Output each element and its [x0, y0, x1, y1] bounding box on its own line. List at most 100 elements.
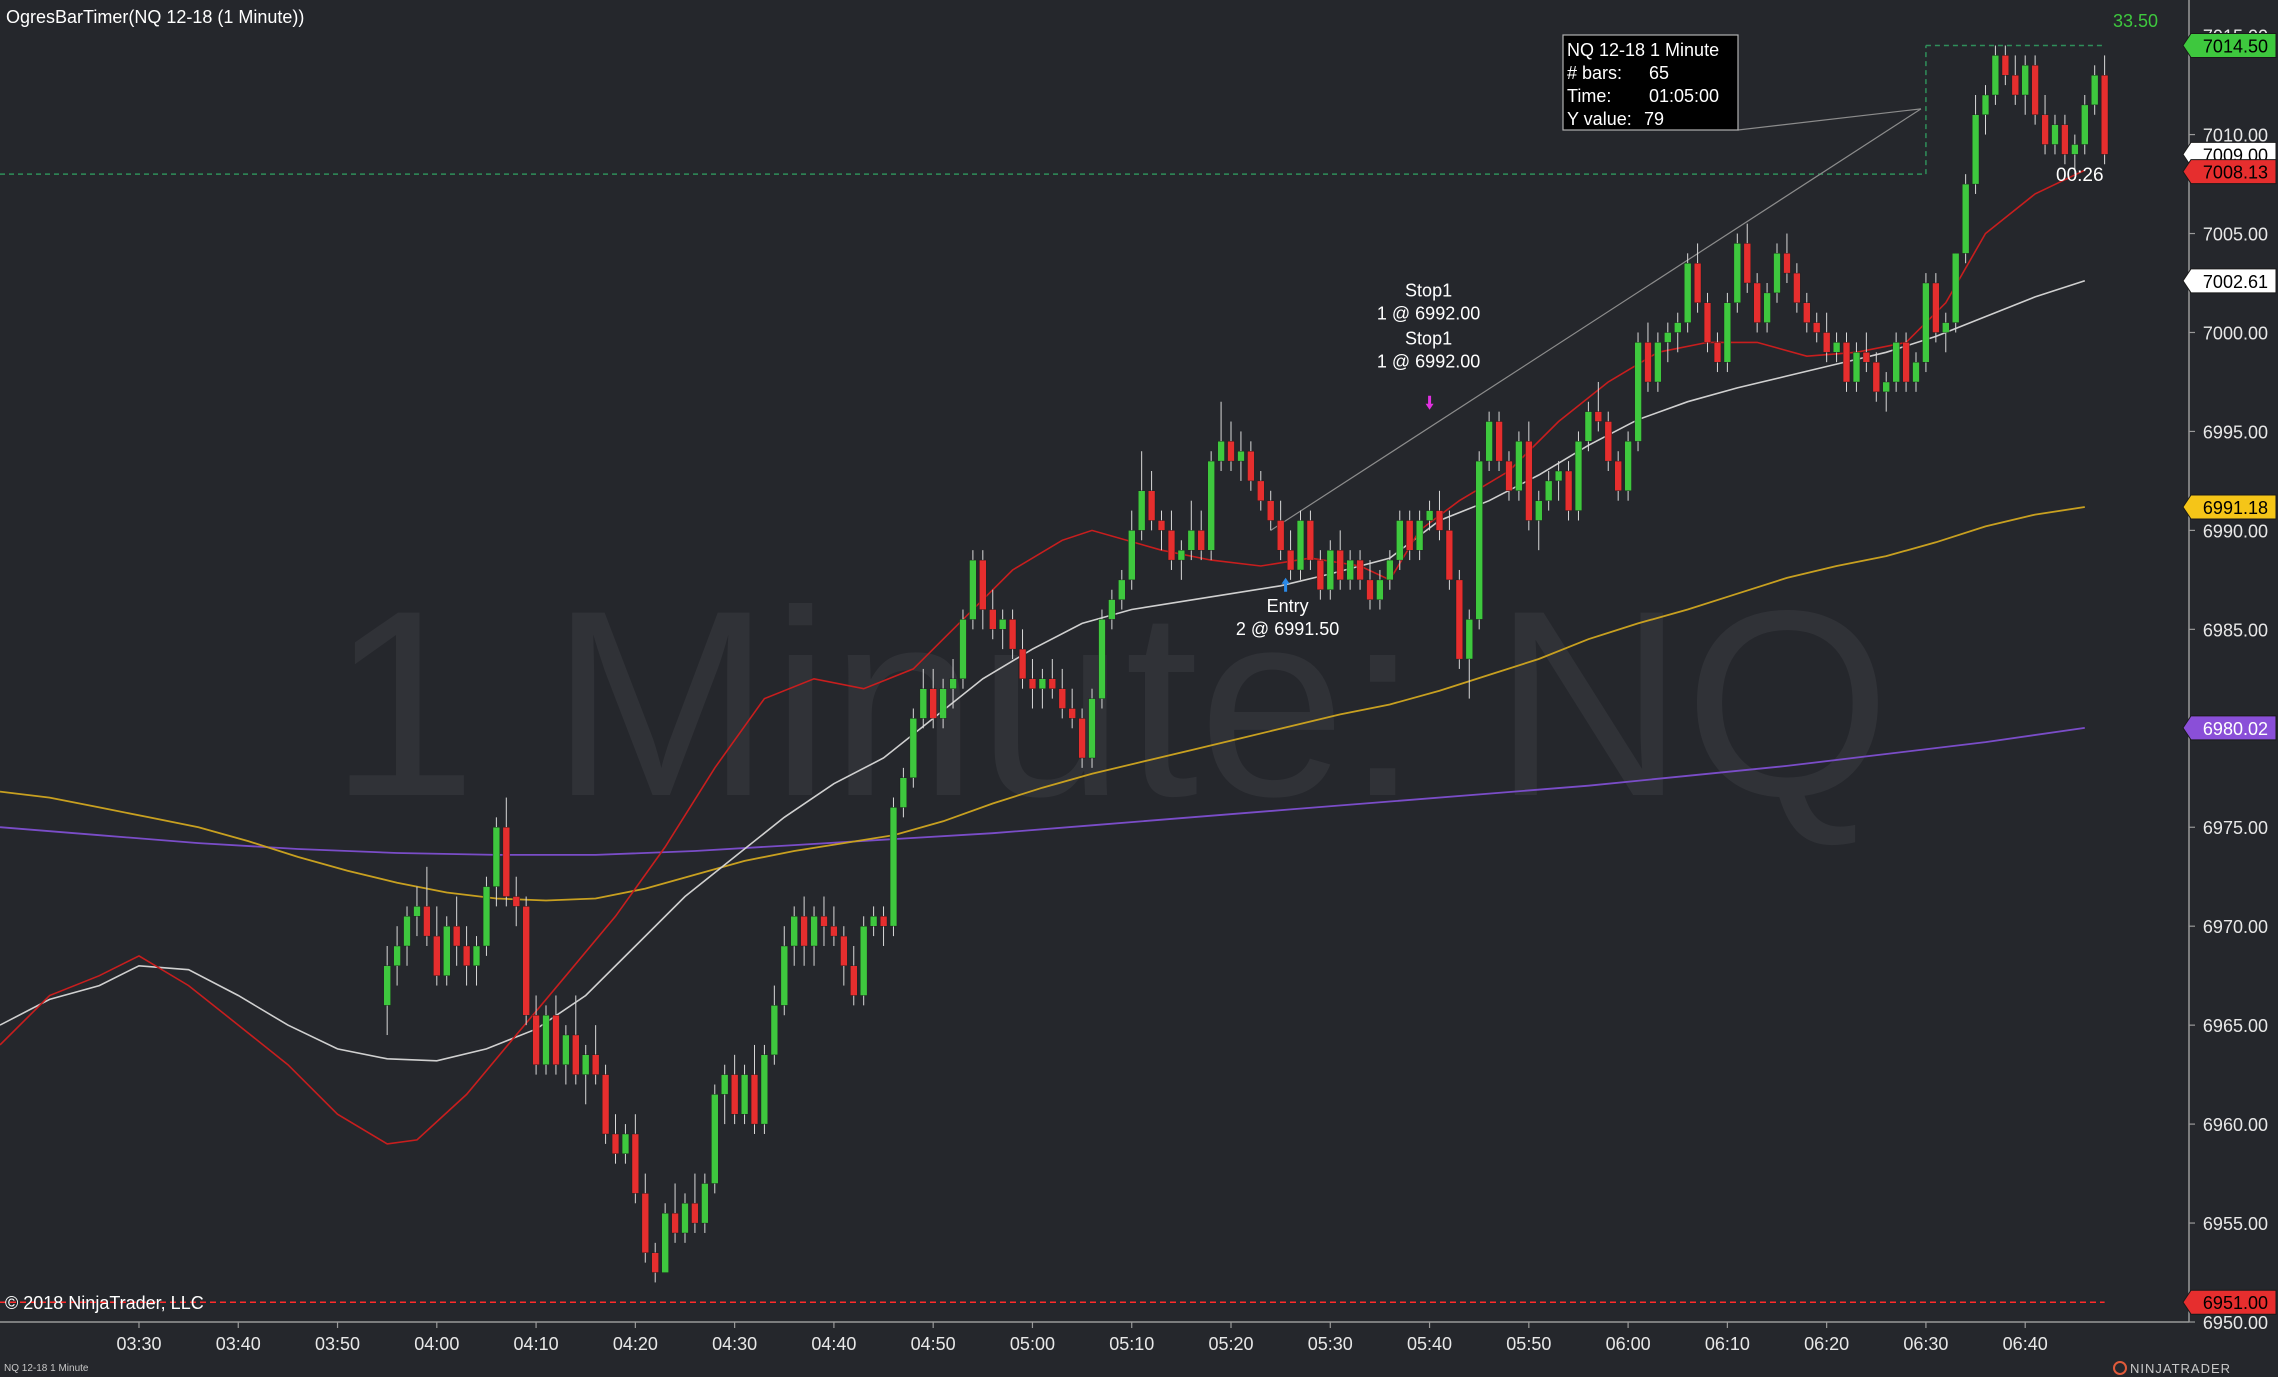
price-marker: 7014.50 [2182, 33, 2277, 59]
x-tick-label: 04:30 [712, 1334, 757, 1354]
stop-detail: 1 @ 6992.00 [1377, 304, 1480, 324]
candle-body [1038, 678, 1047, 689]
candle-body [1862, 352, 1871, 363]
candle-body [1912, 362, 1920, 383]
candle-body [1177, 550, 1186, 561]
candle [711, 1084, 719, 1194]
candle-body [1654, 342, 1662, 383]
y-tick-label: 7000.00 [2203, 323, 2268, 343]
candle-body [1415, 520, 1424, 551]
candle-body [1803, 302, 1811, 323]
x-tick-label: 04:00 [414, 1334, 459, 1354]
x-tick-label: 04:20 [613, 1334, 658, 1354]
candle-body [1813, 322, 1821, 333]
candle-body [1157, 520, 1166, 531]
candle-body [2061, 124, 2069, 155]
price-marker: 7008.13 [2182, 159, 2277, 185]
candle-body [472, 945, 481, 966]
price-marker-label: 7008.13 [2203, 163, 2268, 183]
info-box-bars-value: 65 [1649, 63, 1669, 83]
candle-body [2081, 104, 2089, 145]
x-tick-label: 05:50 [1506, 1334, 1551, 1354]
candle-body [393, 945, 401, 966]
candle-body [1991, 55, 2000, 96]
candle-body [949, 678, 957, 689]
candle [1088, 688, 1096, 768]
candlestick-chart[interactable]: 1 Minute: NQ Entry2 @ 6991.50Stop11 @ 69… [0, 0, 2278, 1377]
y-tick-label: 6955.00 [2203, 1214, 2268, 1234]
candle-body [1455, 579, 1464, 660]
candle-body [1773, 253, 1781, 294]
candle [1962, 174, 1970, 264]
candle [1098, 609, 1106, 709]
candle-body [1435, 510, 1444, 531]
candle-body [1197, 530, 1205, 551]
candle-body [641, 1193, 649, 1254]
candle [860, 916, 868, 1006]
candle [1733, 233, 1741, 313]
y-tick-label: 6985.00 [2203, 620, 2268, 640]
y-tick-label: 6960.00 [2203, 1115, 2268, 1135]
x-tick-label: 04:10 [514, 1334, 559, 1354]
candle-body [542, 1015, 550, 1065]
candle-body [1535, 500, 1543, 521]
candle-body [1078, 718, 1086, 759]
candle-body [512, 896, 520, 907]
x-tick-label: 05:00 [1010, 1334, 1055, 1354]
candle-body [800, 916, 808, 947]
candle-body [1594, 411, 1602, 422]
candle-body [1306, 520, 1315, 561]
candle-body [1942, 322, 1950, 333]
x-tick-label: 05:20 [1208, 1334, 1253, 1354]
candle-body [741, 1074, 749, 1115]
candle-body [1366, 579, 1374, 600]
candle-body [1108, 599, 1116, 620]
candle-body [671, 1212, 679, 1234]
info-box: NQ 12-18 1 Minute # bars: 65 Time: 01:05… [1562, 34, 1739, 131]
x-tick-label: 04:50 [911, 1334, 956, 1354]
candle [602, 1064, 610, 1144]
candle-body [1296, 520, 1305, 571]
candle-body [1693, 263, 1702, 304]
info-box-y-value: 79 [1644, 109, 1664, 129]
candle-body [2051, 124, 2059, 145]
candle-body [1564, 470, 1573, 511]
candle-body [1604, 421, 1612, 462]
candle-body [1286, 550, 1295, 571]
candle-body [1872, 362, 1880, 393]
candle-body [919, 688, 927, 719]
candle-body [1892, 342, 1900, 383]
candle-body [889, 807, 898, 927]
candle-body [999, 619, 1007, 630]
info-box-bars-label: # bars: [1567, 63, 1622, 83]
y-tick-label: 6965.00 [2203, 1016, 2268, 1036]
candle-body [1634, 342, 1642, 442]
candle-body [582, 1054, 590, 1075]
candle-body [929, 688, 937, 719]
candle-body [443, 926, 451, 976]
candle-body [1674, 322, 1682, 333]
y-tick-label: 7005.00 [2203, 225, 2268, 245]
candle-body [492, 827, 501, 887]
price-marker-label: 6991.18 [2203, 498, 2268, 518]
y-tick-label: 6975.00 [2203, 818, 2268, 838]
footer-label: NQ 12-18 1 Minute [4, 1363, 89, 1374]
candle [760, 1044, 769, 1134]
candle-body [1952, 253, 1960, 323]
candle-body [1922, 282, 1930, 363]
candle [909, 708, 917, 788]
candle-body [2100, 74, 2109, 155]
candle-body [1058, 688, 1066, 709]
candle-body [1505, 460, 1513, 492]
stop-label: Stop1 [1405, 281, 1452, 301]
candle-body [1932, 282, 1940, 333]
candle-body [1217, 441, 1225, 462]
candle-body [1624, 441, 1632, 491]
candle-body [1187, 530, 1195, 551]
x-tick-label: 06:10 [1705, 1334, 1750, 1354]
candle-body [1376, 579, 1384, 600]
candle-body [969, 559, 977, 620]
candle-body [482, 886, 491, 947]
candle-body [1465, 619, 1473, 660]
candle-body [1684, 263, 1692, 323]
